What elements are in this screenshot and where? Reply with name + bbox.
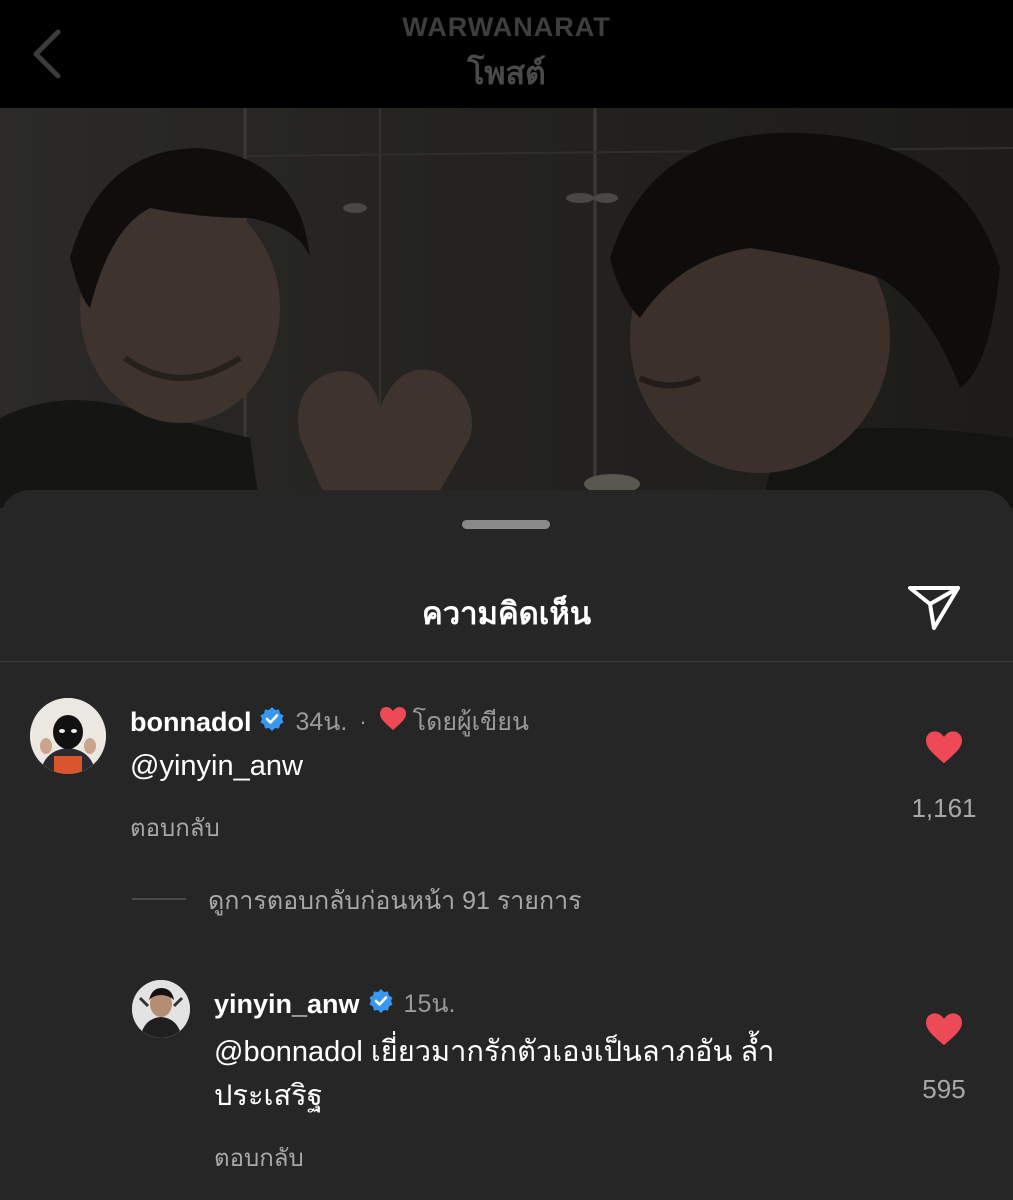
sheet-title: ความคิดเห็น xyxy=(421,596,592,631)
heart-icon xyxy=(926,1013,962,1046)
header-username[interactable]: WARWANARAT xyxy=(0,12,1013,43)
reply-button[interactable]: ตอบกลับ xyxy=(214,1138,304,1177)
like-count: 1,161 xyxy=(911,793,977,823)
liked-by-author-label: โดยผู้เขียน xyxy=(412,708,529,736)
separator-dot: · xyxy=(359,709,367,734)
divider xyxy=(132,898,186,900)
like-count: 595 xyxy=(922,1074,966,1104)
like-button[interactable] xyxy=(924,730,964,771)
sheet-drag-handle[interactable] xyxy=(462,520,550,529)
reply-text[interactable]: @bonnadol เยี่ยวมากรักตัวเองเป็นลาภอัน ล… xyxy=(214,1030,894,1118)
top-bar: WARWANARAT โพสต์ xyxy=(0,0,1013,108)
comment-time: 34น. xyxy=(295,708,348,736)
heart-icon xyxy=(379,706,407,739)
comment-text[interactable]: @yinyin_anw xyxy=(130,744,303,788)
reply-text-line-1: @bonnadol เยี่ยวมากรักตัวเองเป็นลาภอัน ล… xyxy=(214,1036,775,1068)
reply-username[interactable]: yinyin_anw xyxy=(214,989,360,1020)
heart-icon xyxy=(926,731,962,764)
page-title: โพสต์ xyxy=(467,55,546,91)
avatar[interactable] xyxy=(30,698,106,774)
comment-header: bonnadol 34น. · โดยผู้เขียน xyxy=(130,702,529,742)
like-button[interactable] xyxy=(924,1012,964,1053)
reply-text-line-2: ประเสริฐ xyxy=(214,1080,323,1112)
post-photo[interactable] xyxy=(0,108,1013,508)
avatar[interactable] xyxy=(132,980,190,1038)
reply-button[interactable]: ตอบกลับ xyxy=(130,808,220,847)
view-previous-replies-button[interactable]: ดูการตอบกลับก่อนหน้า 91 รายการ xyxy=(208,881,582,921)
paper-plane-icon xyxy=(908,586,960,630)
reply-time: 15น. xyxy=(403,990,456,1018)
comment-username[interactable]: bonnadol xyxy=(130,707,251,738)
verified-badge-icon xyxy=(259,706,285,739)
reply-header: yinyin_anw 15น. xyxy=(214,984,455,1024)
divider xyxy=(0,661,1013,662)
verified-badge-icon xyxy=(368,988,394,1021)
share-button[interactable] xyxy=(906,582,962,632)
comments-sheet: ความคิดเห็น bonnadol 34น. · โดยผู้เขียน … xyxy=(0,490,1013,1200)
